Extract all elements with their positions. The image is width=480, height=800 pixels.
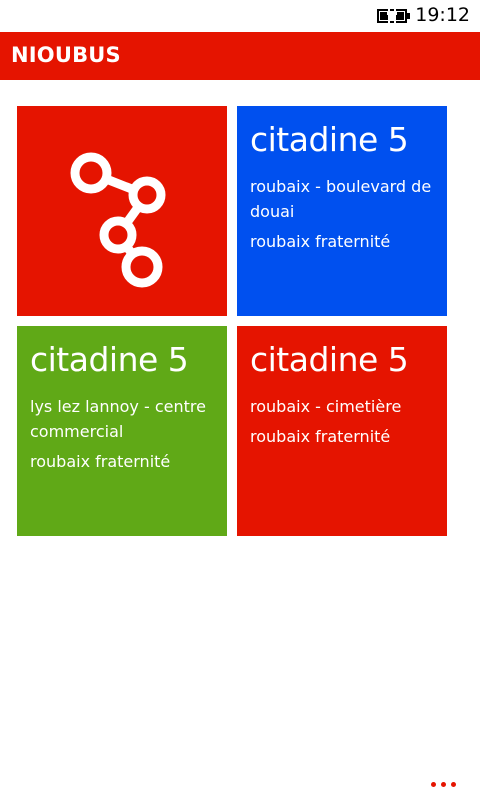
share-tile[interactable] — [17, 106, 227, 316]
tile-destination: roubaix fraternité — [250, 427, 391, 446]
tile-destination: roubaix fraternité — [250, 232, 391, 251]
tile-stop-name: roubaix - cimetière — [250, 397, 402, 416]
status-bar: 19:12 — [0, 0, 480, 32]
tile-line-name: citadine 5 — [250, 340, 409, 379]
tile-line-name: citadine 5 — [30, 340, 189, 379]
ellipsis-icon — [431, 782, 436, 787]
tile-stop-name: lys lez lannoy - centre commercial — [30, 397, 206, 441]
bus-stop-tile[interactable]: citadine 5 roubaix - cimetière roubaix f… — [237, 326, 447, 536]
tile-line-name: citadine 5 — [250, 120, 409, 159]
tile-destination: roubaix fraternité — [30, 452, 171, 471]
app-header: NIOUBUS — [0, 32, 480, 80]
tile-stop-name: roubaix - boulevard de douai — [250, 177, 432, 221]
app-title: NIOUBUS — [11, 43, 121, 67]
bus-stop-tile[interactable]: citadine 5 roubaix - boulevard de douai … — [237, 106, 447, 316]
app-bar-more-button[interactable] — [424, 772, 464, 796]
ellipsis-icon — [441, 782, 446, 787]
ellipsis-icon — [451, 782, 456, 787]
bus-stop-tile[interactable]: citadine 5 lys lez lannoy - centre comme… — [17, 326, 227, 536]
share-icon — [70, 152, 166, 288]
status-time: 19:12 — [415, 4, 470, 26]
battery-charging-icon — [377, 7, 410, 25]
